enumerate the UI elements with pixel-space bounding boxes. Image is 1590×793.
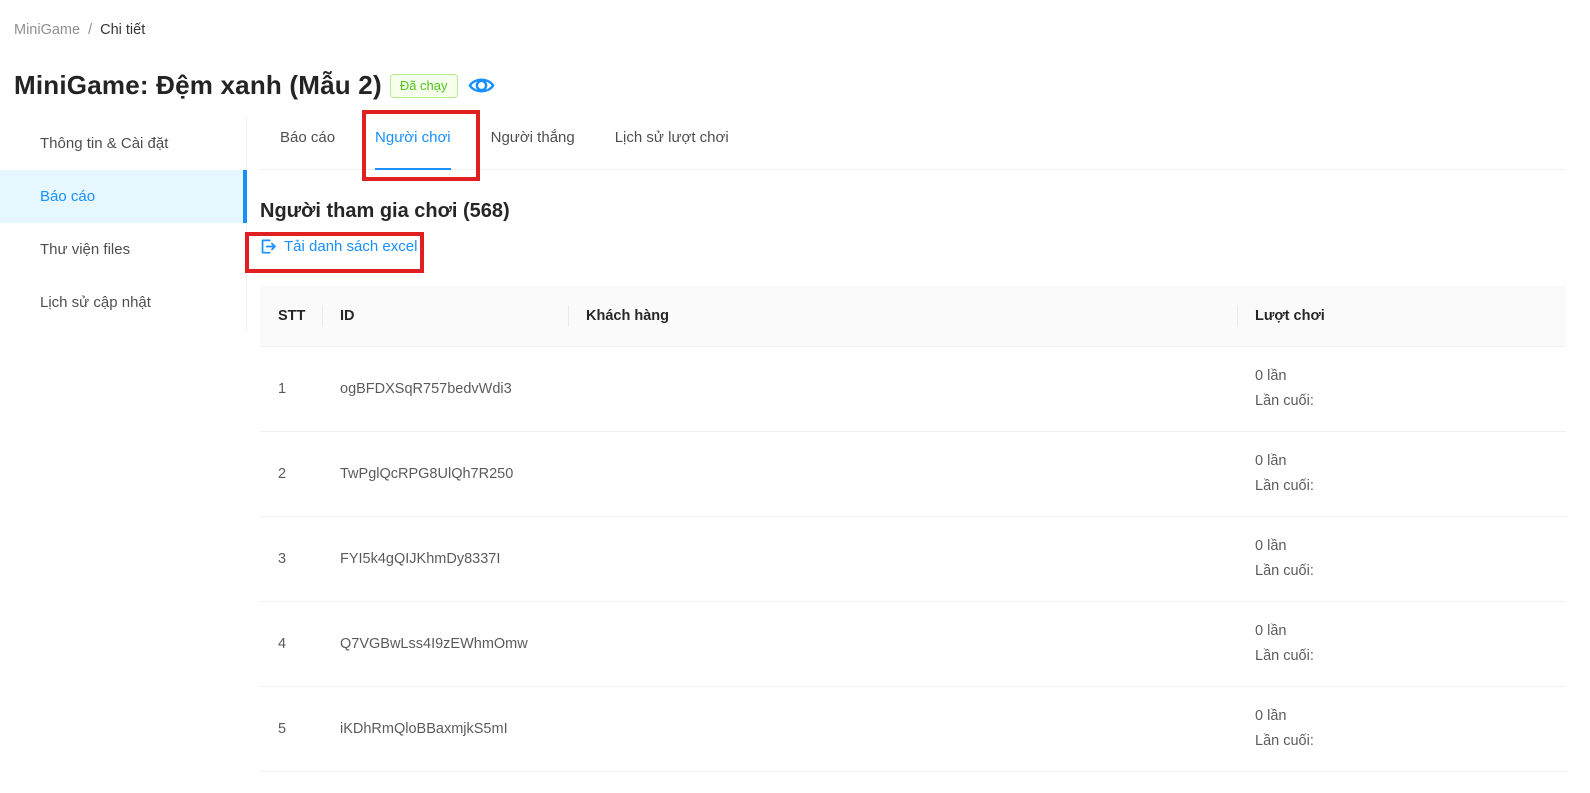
page-header: MiniGame: Đệm xanh (Mẫu 2) Đã chạy	[14, 70, 496, 101]
column-header-id: ID	[322, 286, 568, 346]
cell-stt: 3	[260, 516, 322, 601]
table-header-row: STT ID Khách hàng Lượt chơi	[260, 286, 1566, 346]
cell-stt: 1	[260, 346, 322, 431]
column-header-customer: Khách hàng	[568, 286, 1237, 346]
breadcrumb: MiniGame / Chi tiết	[14, 22, 145, 38]
cell-id: Q7VGBwLss4I9zEWhmOmw	[322, 601, 568, 686]
breadcrumb-separator: /	[88, 22, 92, 38]
sidebar-menu: Thông tin & Cài đặt Báo cáo Thư viện fil…	[0, 117, 247, 331]
cell-plays: 0 lần Lần cuối:	[1237, 516, 1566, 601]
table-row: 4 Q7VGBwLss4I9zEWhmOmw 0 lần Lần cuối:	[260, 601, 1566, 686]
plays-count: 0 lần	[1255, 704, 1550, 729]
tab-nguoi-choi[interactable]: Người chơi	[375, 110, 451, 170]
tab-nguoi-thang[interactable]: Người thắng	[491, 110, 575, 170]
report-tabs: Báo cáo Người chơi Người thắng Lịch sử l…	[260, 110, 1566, 170]
section-title: Người tham gia chơi (568)	[260, 200, 1566, 223]
cell-plays: 0 lần Lần cuối:	[1237, 431, 1566, 516]
cell-stt: 5	[260, 686, 322, 771]
status-badge: Đã chạy	[390, 74, 458, 98]
cell-plays: 0 lần Lần cuối:	[1237, 346, 1566, 431]
download-excel-link[interactable]: Tải danh sách excel	[260, 238, 417, 255]
cell-id: TwPglQcRPG8UlQh7R250	[322, 431, 568, 516]
table-row: 1 ogBFDXSqR757bedvWdi3 0 lần Lần cuối:	[260, 346, 1566, 431]
cell-id: ogBFDXSqR757bedvWdi3	[322, 346, 568, 431]
last-play: Lần cuối:	[1255, 729, 1550, 754]
plays-count: 0 lần	[1255, 534, 1550, 559]
last-play: Lần cuối:	[1255, 389, 1550, 414]
page-title: MiniGame: Đệm xanh (Mẫu 2)	[14, 70, 382, 101]
column-header-stt: STT	[260, 286, 322, 346]
cell-stt: 4	[260, 601, 322, 686]
players-table: STT ID Khách hàng Lượt chơi 1 ogBFDXSqR7…	[260, 286, 1566, 772]
plays-count: 0 lần	[1255, 364, 1550, 389]
last-play: Lần cuối:	[1255, 474, 1550, 499]
plays-count: 0 lần	[1255, 619, 1550, 644]
sidebar-item-lich-su-cap-nhat[interactable]: Lịch sử cập nhật	[0, 276, 246, 329]
plays-count: 0 lần	[1255, 449, 1550, 474]
cell-stt: 2	[260, 431, 322, 516]
page: MiniGame / Chi tiết MiniGame: Đệm xanh (Mẫ…	[0, 0, 1590, 793]
tab-bao-cao[interactable]: Báo cáo	[280, 110, 335, 170]
main-content: Báo cáo Người chơi Người thắng Lịch sử l…	[260, 110, 1566, 772]
export-icon	[260, 238, 277, 255]
table-row: 5 iKDhRmQloBBaxmjkS5mI 0 lần Lần cuối:	[260, 686, 1566, 771]
cell-customer	[568, 346, 1237, 431]
cell-id: iKDhRmQloBBaxmjkS5mI	[322, 686, 568, 771]
breadcrumb-minigame[interactable]: MiniGame	[14, 22, 80, 38]
cell-customer	[568, 516, 1237, 601]
sidebar-item-thong-tin-cai-dat[interactable]: Thông tin & Cài đặt	[0, 117, 246, 170]
sidebar-item-thu-vien-files[interactable]: Thư viện files	[0, 223, 246, 276]
tab-lich-su-luot-choi[interactable]: Lịch sử lượt chơi	[615, 110, 729, 170]
table-row: 3 FYI5k4gQIJKhmDy8337I 0 lần Lần cuối:	[260, 516, 1566, 601]
cell-id: FYI5k4gQIJKhmDy8337I	[322, 516, 568, 601]
cell-customer	[568, 431, 1237, 516]
cell-plays: 0 lần Lần cuối:	[1237, 601, 1566, 686]
cell-plays: 0 lần Lần cuối:	[1237, 686, 1566, 771]
download-excel-label: Tải danh sách excel	[284, 238, 417, 255]
view-game-button[interactable]	[468, 72, 496, 100]
last-play: Lần cuối:	[1255, 644, 1550, 669]
sidebar-item-bao-cao[interactable]: Báo cáo	[0, 170, 246, 223]
cell-customer	[568, 686, 1237, 771]
last-play: Lần cuối:	[1255, 559, 1550, 584]
breadcrumb-current: Chi tiết	[100, 22, 145, 38]
eye-icon	[468, 72, 495, 99]
column-header-plays: Lượt chơi	[1237, 286, 1566, 346]
table-row: 2 TwPglQcRPG8UlQh7R250 0 lần Lần cuối:	[260, 431, 1566, 516]
cell-customer	[568, 601, 1237, 686]
